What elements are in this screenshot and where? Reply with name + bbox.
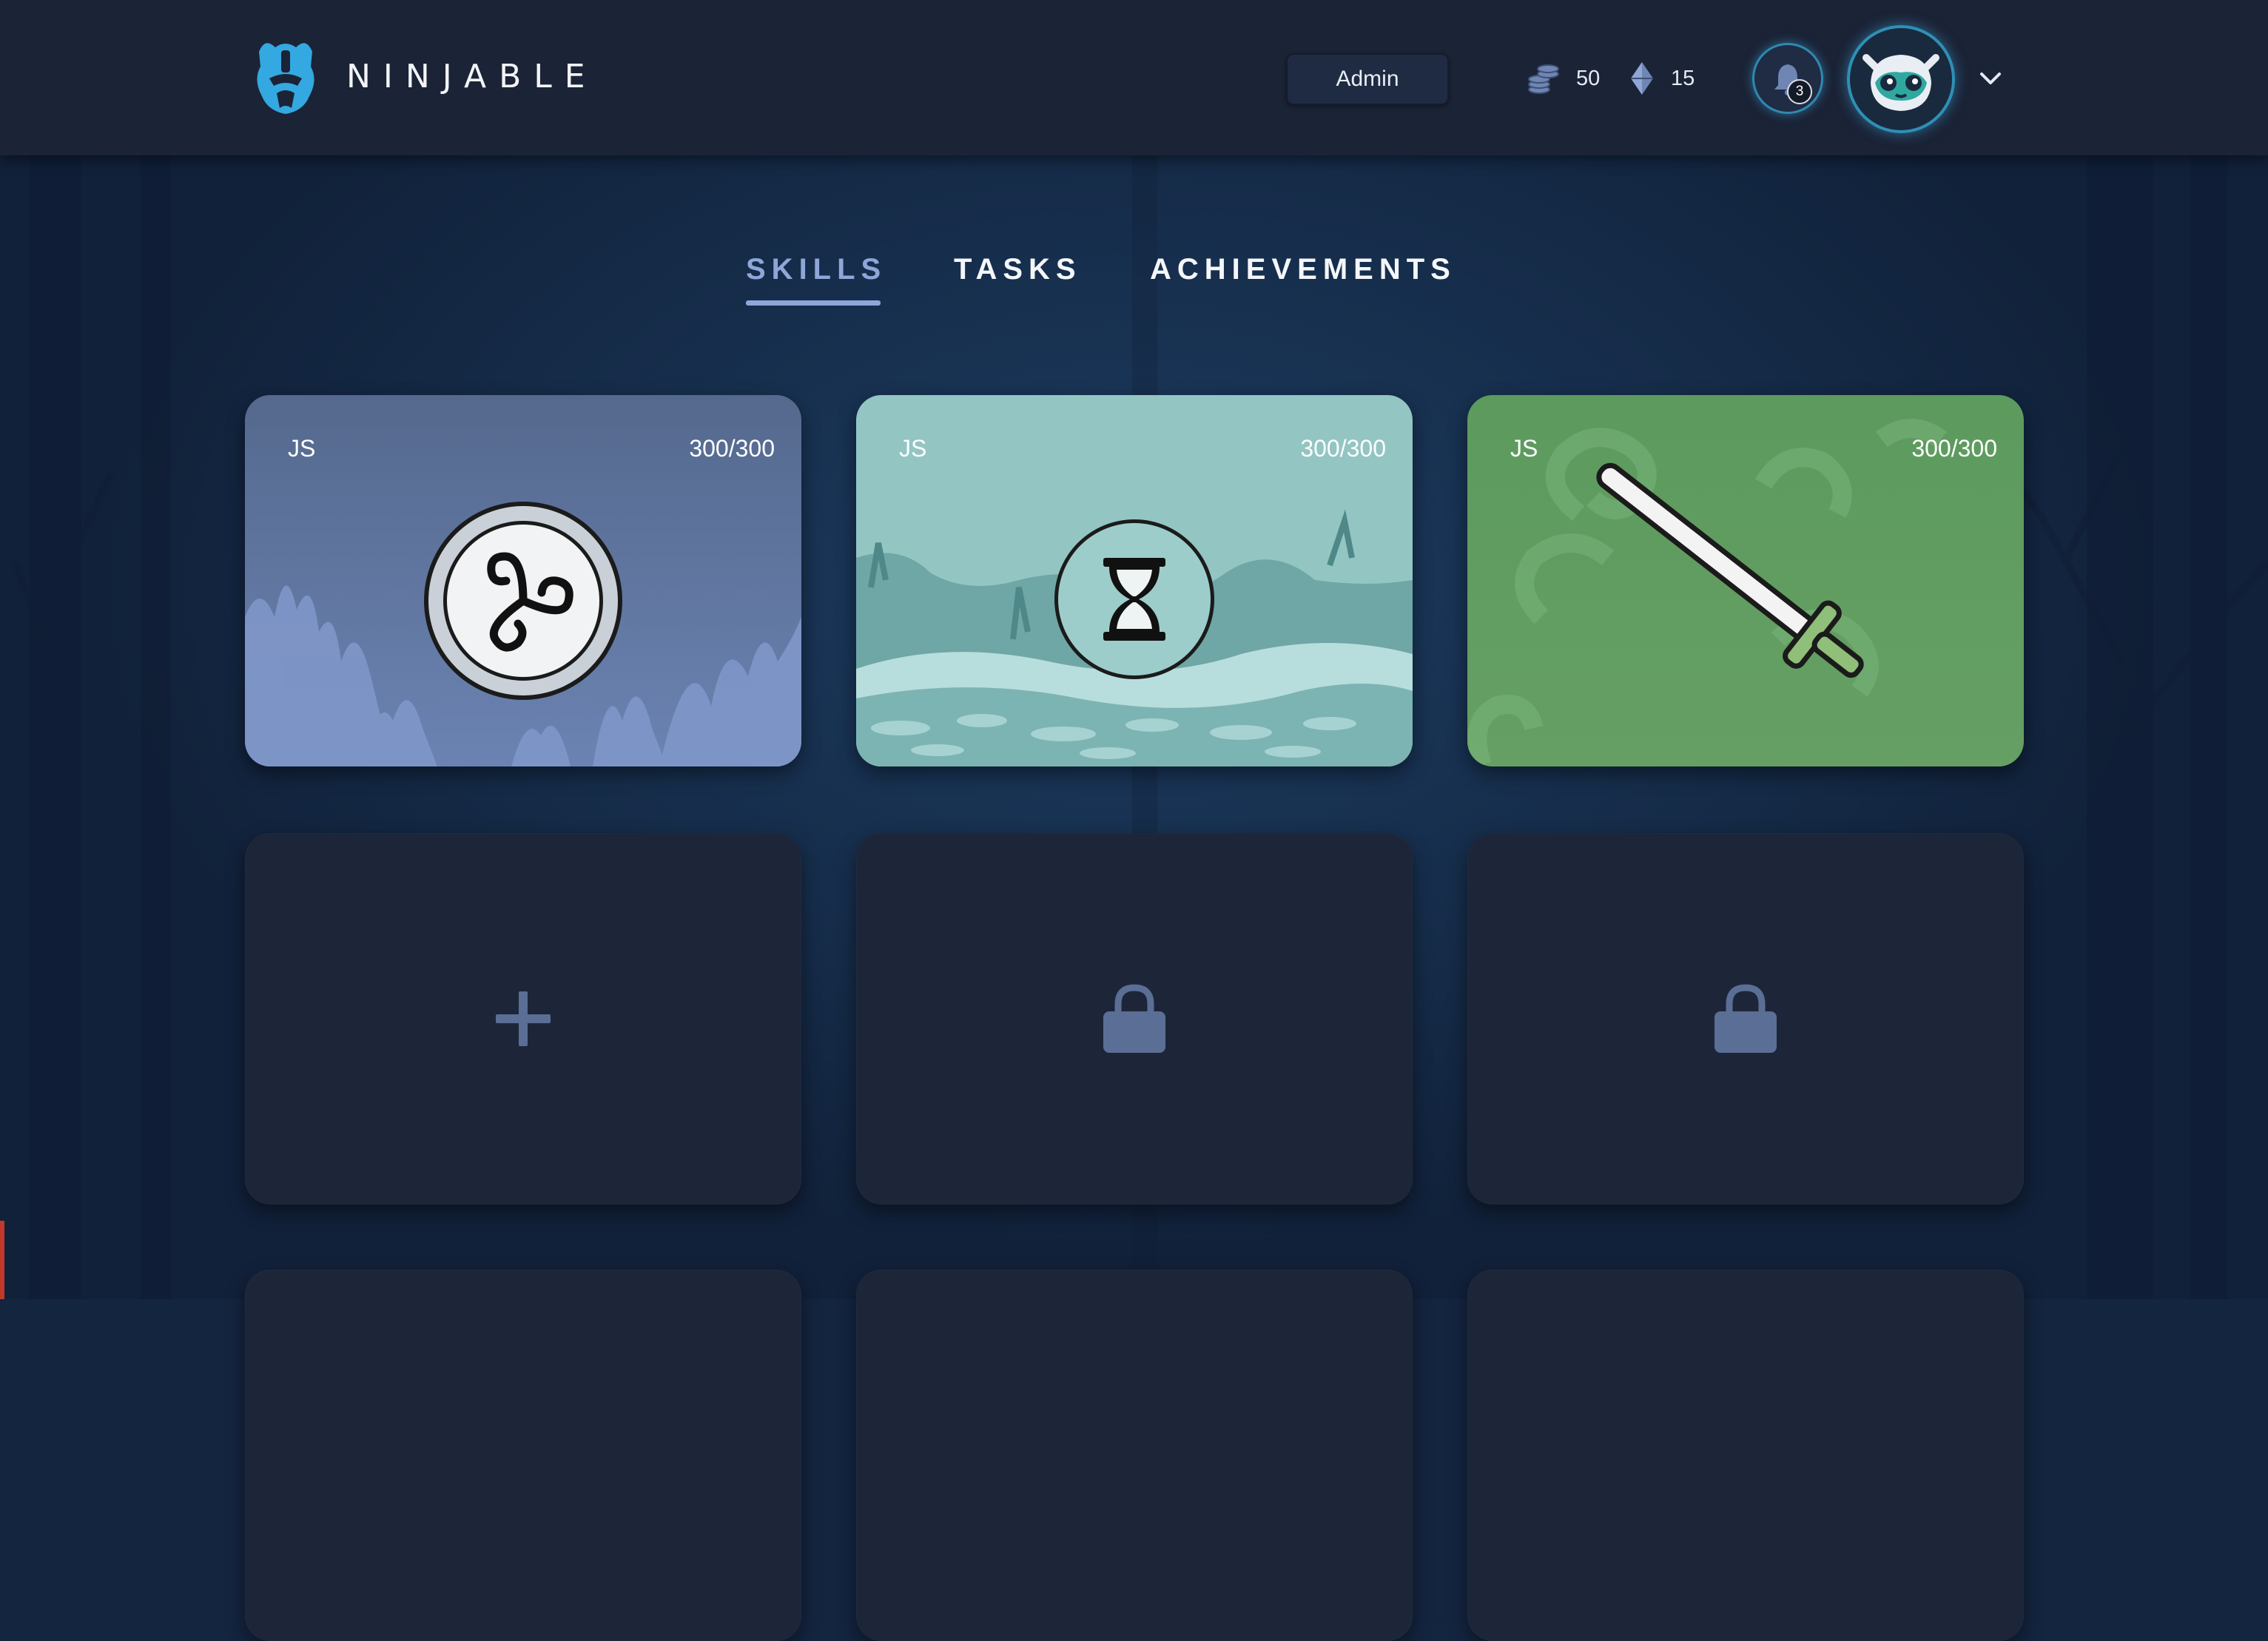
top-header: NINJABLE Admin 50 15 3	[0, 0, 2268, 155]
locked-skill-card	[856, 833, 1413, 1204]
skill-slot-card	[856, 1270, 1413, 1641]
coins-icon	[1528, 64, 1559, 94]
skill-slot-card	[245, 1270, 801, 1641]
add-skill-card[interactable]	[245, 833, 801, 1204]
hourglass-icon	[1103, 558, 1165, 641]
notifications-button[interactable]: 3	[1752, 43, 1823, 114]
sword-icon	[1596, 462, 1864, 678]
tab-tasks[interactable]: TASKS	[954, 253, 1082, 286]
skill-card[interactable]: JS 300/300	[856, 395, 1413, 766]
gem-icon	[1631, 62, 1653, 95]
coins-value: 50	[1576, 66, 1601, 90]
skill-score: 300/300	[689, 435, 775, 462]
skill-score: 300/300	[1300, 435, 1386, 462]
active-tab-indicator	[746, 300, 881, 306]
ninjable-logo-icon[interactable]	[252, 37, 320, 118]
chevron-down-icon[interactable]	[1977, 65, 2004, 92]
user-avatar[interactable]	[1847, 25, 1955, 133]
brand-name[interactable]: NINJABLE	[346, 58, 598, 95]
lock-icon	[1715, 984, 1777, 1053]
skill-card[interactable]: JS 300/300	[245, 395, 801, 766]
plus-icon	[496, 991, 551, 1046]
skill-slot-card	[1467, 1270, 2024, 1641]
tab-achievements[interactable]: ACHIEVEMENTS	[1150, 253, 1456, 286]
skill-score: 300/300	[1911, 435, 1997, 462]
tab-skills[interactable]: SKILLS	[746, 253, 886, 286]
gems-value: 15	[1671, 66, 1695, 90]
coins-counter: 50	[1527, 56, 1600, 101]
scroll-indicator[interactable]	[0, 1221, 4, 1299]
admin-button[interactable]: Admin	[1286, 53, 1449, 105]
triskelion-icon	[487, 552, 573, 652]
locked-skill-card	[1467, 833, 2024, 1204]
lock-icon	[1103, 984, 1165, 1053]
skill-label: JS	[288, 435, 316, 462]
skill-label: JS	[1510, 435, 1538, 462]
skill-label: JS	[899, 435, 927, 462]
gems-counter: 15	[1629, 56, 1695, 101]
notification-count-badge: 3	[1787, 79, 1812, 104]
skill-card[interactable]: JS 300/300	[1467, 395, 2024, 766]
